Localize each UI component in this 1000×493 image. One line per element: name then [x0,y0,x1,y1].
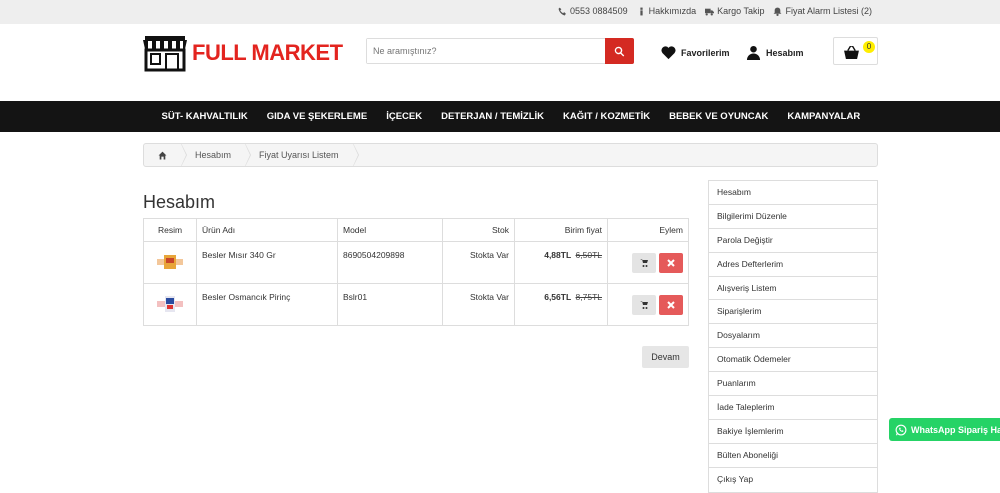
close-icon [667,258,675,267]
sidebar-item-returns[interactable]: İade Taleplerim [709,396,877,420]
col-model: Model [337,218,443,242]
col-action: Eylem [607,218,689,242]
cart-button[interactable]: 0 [833,37,878,65]
top-links: 0553 0884509 Hakkımızda Kargo Takip Fiya… [558,6,872,16]
sidebar-item-edit-info[interactable]: Bilgilerimi Düzenle [709,205,877,229]
price-alert-table: Resim Ürün Adı Model Stok Birim fiyat Ey… [143,218,689,326]
nav-item-drinks[interactable]: İÇECEK [377,101,432,132]
heart-icon [661,46,676,60]
col-unit-price: Birim fiyat [514,218,608,242]
logo[interactable]: FULL MARKET [142,34,343,72]
search-input[interactable] [367,39,605,63]
sidebar-item-newsletter[interactable]: Bülten Aboneliği [709,444,877,468]
col-stock: Stok [442,218,515,242]
nav-item-paper[interactable]: KAĞIT / KOZMETİK [554,101,660,132]
product-thumbnail[interactable] [157,253,183,271]
logo-text: FULL MARKET [192,40,343,65]
nav-item-food[interactable]: GIDA VE ŞEKERLEME [257,101,376,132]
sidebar-item-points[interactable]: Puanlarım [709,372,877,397]
info-icon [639,7,643,15]
product-name[interactable]: Besler Mısır 340 Gr [196,241,338,284]
product-stock: Stokta Var [442,283,515,326]
close-icon [667,300,675,309]
home-icon [158,151,167,159]
phone-link[interactable]: 0553 0884509 [558,6,628,16]
truck-icon [705,8,715,15]
sidebar-item-files[interactable]: Dosyalarım [709,324,877,349]
page-title: Hesabım [143,192,216,212]
breadcrumb-home[interactable] [144,144,187,166]
product-name[interactable]: Besler Osmancık Pirinç [196,283,338,326]
account-link[interactable]: Hesabım [746,45,804,60]
breadcrumb: Hesabım Fiyat Uyarısı Listem [143,143,878,167]
nav-item-baby[interactable]: BEBEK VE OYUNCAK [660,101,778,132]
main-nav: SÜT- KAHVALTILIK GIDA VE ŞEKERLEME İÇECE… [0,101,1000,132]
add-to-cart-button[interactable] [631,252,656,273]
cart-icon [639,258,648,267]
product-thumbnail[interactable] [157,295,183,313]
price-alarm-link[interactable]: Fiyat Alarm Listesi (2) [773,6,872,16]
cart-count-badge: 0 [863,41,875,53]
action-cell [607,283,689,326]
bell-icon [774,7,782,16]
search-box [366,38,634,64]
table-header-row: Resim Ürün Adı Model Stok Birim fiyat Ey… [143,218,689,242]
continue-button[interactable]: Devam [642,346,689,368]
account-sidebar: Hesabım Bilgilerimi Düzenle Parola Değiş… [708,180,878,493]
product-image-cell [143,241,197,284]
search-button[interactable] [605,38,634,64]
product-price: 4,88TL 6,50TL [514,241,608,284]
price-old: 8,75TL [575,292,602,302]
user-icon [746,45,761,60]
product-stock: Stokta Var [442,241,515,284]
breadcrumb-account[interactable]: Hesabım [181,144,252,166]
header: FULL MARKET Favorilerim Hesabım 0 [0,24,1000,101]
price-new: 4,88TL [544,250,572,260]
shipping-link[interactable]: Kargo Takip [705,6,764,16]
remove-button[interactable] [659,294,683,315]
price-new: 6,56TL [544,292,572,302]
action-cell [607,241,689,284]
product-model: 8690504209898 [337,241,443,284]
favorites-link[interactable]: Favorilerim [661,45,730,60]
sidebar-item-logout[interactable]: Çıkış Yap [709,468,877,492]
table-row: Besler Osmancık Pirinç Bslr01 Stokta Var… [143,283,689,326]
whatsapp-icon [895,424,907,435]
price-old: 6,50TL [575,250,602,260]
nav-item-campaigns[interactable]: KAMPANYALAR [778,101,870,132]
nav-item-detergent[interactable]: DETERJAN / TEMİZLİK [432,101,554,132]
breadcrumb-price-alert[interactable]: Fiyat Uyarısı Listem [245,144,359,166]
sidebar-item-shopping-list[interactable]: Alışveriş Listem [709,277,877,301]
product-model: Bslr01 [337,283,443,326]
product-image-cell [143,283,197,326]
top-bar: 0553 0884509 Hakkımızda Kargo Takip Fiya… [0,0,1000,24]
sidebar-item-balance[interactable]: Bakiye İşlemlerim [709,420,877,444]
nav-item-dairy[interactable]: SÜT- KAHVALTILIK [152,101,257,132]
sidebar-item-address-book[interactable]: Adres Defterlerim [709,253,877,277]
product-price: 6,56TL 8,75TL [514,283,608,326]
sidebar-item-change-password[interactable]: Parola Değiştir [709,229,877,253]
about-link[interactable]: Hakkımızda [637,6,696,16]
add-to-cart-button[interactable] [631,294,656,315]
remove-button[interactable] [659,252,683,273]
sidebar-item-auto-payments[interactable]: Otomatik Ödemeler [709,348,877,373]
basket-icon [844,46,859,59]
table-row: Besler Mısır 340 Gr 8690504209898 Stokta… [143,241,689,284]
sidebar-item-account[interactable]: Hesabım [709,181,877,205]
col-product-name: Ürün Adı [196,218,338,242]
whatsapp-order-button[interactable]: WhatsApp Sipariş Hattı [889,418,1000,441]
sidebar-item-orders[interactable]: Siparişlerim [709,300,877,325]
phone-icon [558,7,566,15]
search-icon [614,46,625,56]
col-image: Resim [143,218,197,242]
cart-icon [639,300,648,309]
store-logo-icon [143,36,187,72]
